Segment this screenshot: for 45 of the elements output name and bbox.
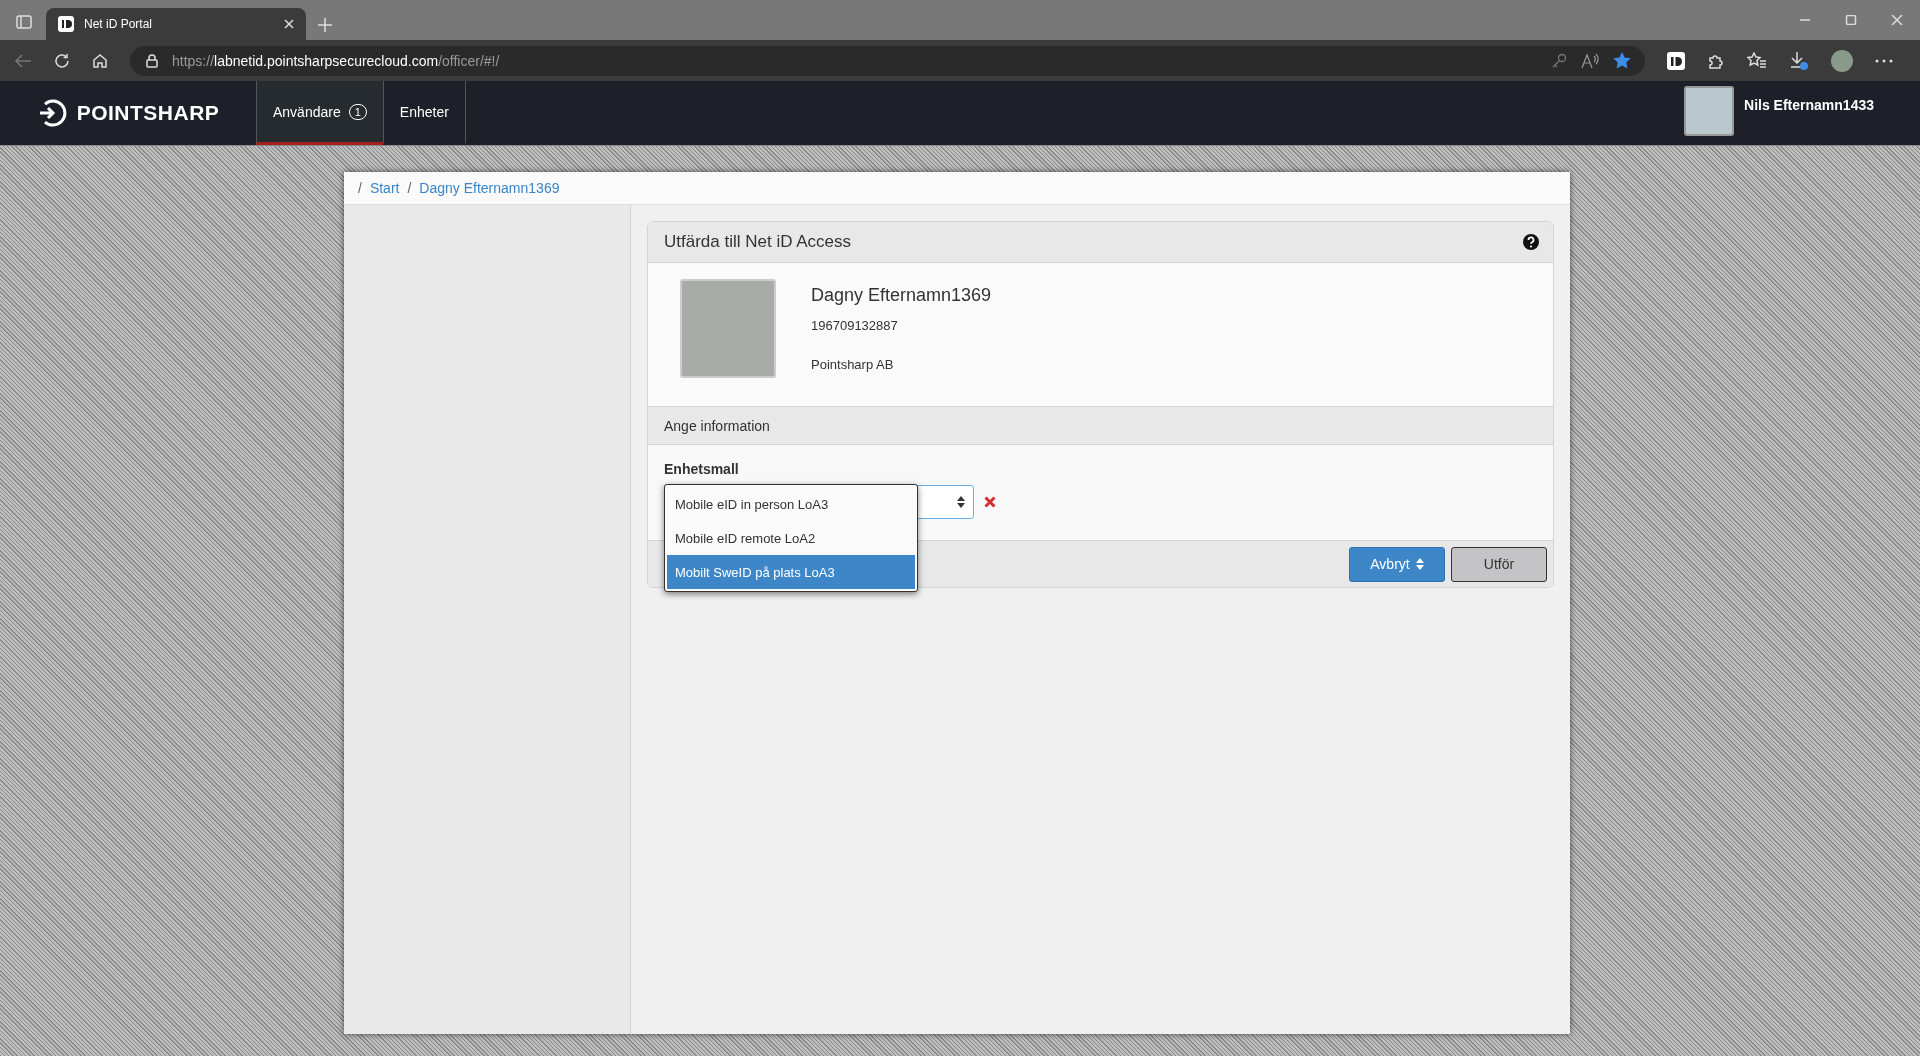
dropdown-option[interactable]: Mobile eID in person LoA3 [667,487,915,521]
section-title: Ange information [664,417,770,434]
address-bar[interactable]: https://labnetid.pointsharpsecurecloud.com/officer/#!/ [130,45,1645,76]
id-badge-icon[interactable] [1667,51,1685,70]
nav-tab[interactable]: Användare 1 [256,81,383,145]
maximize-icon[interactable] [1845,15,1857,25]
browser-tab[interactable]: Net iD Portal [46,8,306,40]
download-icon[interactable] [1789,50,1809,71]
field-label: Enhetsmall [664,461,740,477]
panel-title: Utfärda till Net iD Access [664,232,852,252]
app-logo-icon [58,16,74,32]
submit-button[interactable]: Utför [1451,546,1547,582]
user-name[interactable]: Nils Efternamn1433 [1744,97,1874,113]
back-arrow-icon[interactable] [14,53,32,68]
tab-title: Net iD Portal [84,17,154,31]
refresh-icon[interactable] [54,52,70,69]
lock-icon [146,53,158,68]
dropdown-option[interactable]: Mobilt SweID på plats LoA3 [667,555,915,589]
id-number: 196709132887 [811,318,899,333]
star-icon[interactable] [1613,52,1631,69]
url-text: https://labnetid.pointsharpsecurecloud.com/officer/#!/ [172,52,501,69]
photo-placeholder [1684,86,1735,136]
organization: Pointsharp AB [811,357,895,372]
favorites-icon[interactable] [1747,51,1767,70]
close-icon[interactable] [284,19,294,29]
plus-icon[interactable] [318,18,332,32]
breadcrumb-link[interactable]: Start [369,180,400,196]
breadcrumb-link[interactable]: Dagny Efternamn1369 [419,180,560,196]
home-icon[interactable] [92,52,108,69]
sidebar-icon[interactable] [16,14,32,30]
help-icon[interactable] [1523,234,1539,250]
sort-caret-icon [1415,558,1424,570]
dropdown-option[interactable]: Mobile eID remote LoA2 [667,521,915,555]
breadcrumb-separator: / [358,180,362,196]
person-name: Dagny Efternamn1369 [811,285,992,306]
sort-caret-icon [957,496,965,508]
read-aloud-icon[interactable] [1581,52,1599,69]
cancel-button[interactable]: Avbryt [1349,546,1445,582]
nav-tab[interactable]: Enheter [382,81,466,145]
key-icon[interactable] [1551,52,1567,69]
breadcrumb-separator: / [407,180,412,196]
clear-icon[interactable] [984,496,996,508]
profile-avatar[interactable] [1831,49,1853,72]
logo-text: POINTSHARP [76,101,220,125]
more-icon[interactable] [1875,58,1893,63]
